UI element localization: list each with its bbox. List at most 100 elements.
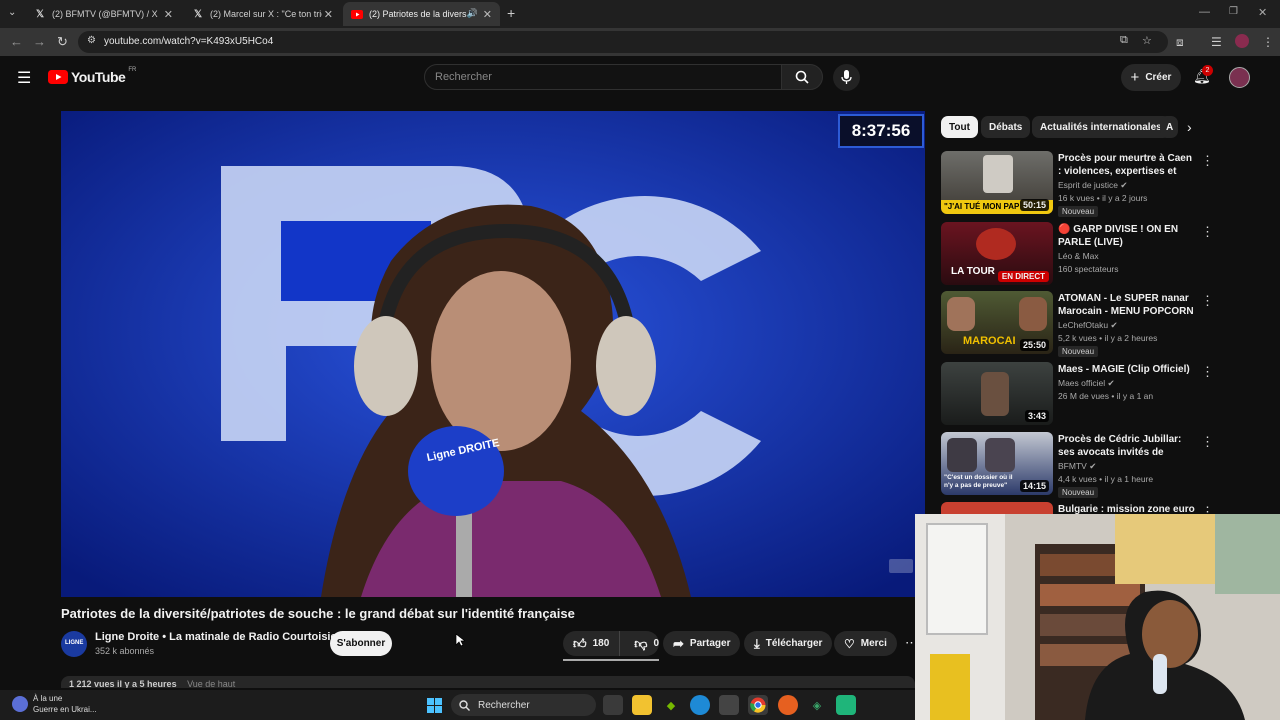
video-player[interactable]: Ligne DROITE	[61, 111, 925, 597]
share-button[interactable]: ➦ Partager	[663, 631, 741, 656]
chip-debats[interactable]: Débats	[981, 116, 1031, 138]
search-button[interactable]	[781, 64, 823, 90]
forward-icon[interactable]: →	[33, 34, 46, 49]
account-avatar[interactable]	[1229, 67, 1250, 88]
chip-tout[interactable]: Tout	[941, 116, 978, 138]
more-options-icon[interactable]: ⋮	[1201, 364, 1214, 380]
like-dislike-group: 👍︎ 180 👎︎ 0	[563, 631, 659, 656]
related-video-2[interactable]: LA TOUR EN DIRECT 🔴 GARP DIVISE ! ON EN …	[941, 222, 1214, 288]
tab-youtube-active[interactable]: (2) Patriotes de la diversité/ 🔊 ✕	[343, 2, 500, 26]
tab-title: (2) BFMTV (@BFMTV) / X	[52, 9, 158, 19]
tab-marcel[interactable]: 𝕏 (2) Marcel sur X : "Ce ton triom ✕	[184, 2, 341, 26]
minimize-icon[interactable]: —	[1199, 6, 1210, 18]
channel-name: BFMTV	[1058, 461, 1087, 471]
url-text[interactable]: youtube.com/watch?v=K493xU5HCo4	[104, 36, 273, 47]
subscribe-button[interactable]: S'abonner	[330, 631, 392, 656]
more-options-icon[interactable]: ⋮	[1201, 224, 1214, 240]
related-video-1[interactable]: "J'AI TUÉ MON PAP 50:15 Procès pour meur…	[941, 151, 1214, 217]
restore-icon[interactable]: ❐	[1229, 6, 1238, 17]
x-logo-icon: 𝕏	[35, 8, 45, 20]
app-icon[interactable]: ◈	[807, 695, 827, 715]
thumbnail[interactable]: 3:43	[941, 362, 1053, 425]
close-icon[interactable]: ✕	[324, 8, 333, 21]
chip-partial[interactable]: A	[1160, 116, 1178, 138]
tab-bfmtv[interactable]: 𝕏 (2) BFMTV (@BFMTV) / X ✕	[26, 2, 181, 26]
store-icon[interactable]	[719, 695, 739, 715]
channel-name[interactable]: Ligne Droite • La matinale de Radio Cour…	[95, 631, 337, 643]
verified-icon: ✔	[1089, 461, 1097, 471]
file-explorer-icon[interactable]	[632, 695, 652, 715]
dislike-button[interactable]: 👎︎ 0	[626, 631, 667, 656]
profile-avatar[interactable]	[1235, 34, 1249, 48]
tab-title: (2) Patriotes de la diversité/	[369, 9, 467, 19]
nvidia-icon[interactable]: ◆	[661, 695, 681, 715]
speaker-icon[interactable]: 🔊	[467, 8, 478, 19]
close-window-icon[interactable]: ✕	[1258, 6, 1267, 19]
meta-line: 160 spectateurs	[1058, 264, 1119, 274]
hamburger-menu-icon[interactable]: ☰	[17, 68, 31, 88]
task-view-icon[interactable]	[603, 695, 623, 715]
related-video-5[interactable]: "C'est un dossier où il n'y a pas de pre…	[941, 432, 1214, 498]
thumbnail[interactable]: LA TOUR EN DIRECT	[941, 222, 1053, 285]
windows-start-icon[interactable]	[424, 695, 444, 715]
video-title[interactable]: ATOMAN - Le SUPER nanar Marocain - MENU …	[1058, 292, 1198, 318]
news-widget[interactable]: À la une Guerre en Ukrai...	[33, 693, 97, 715]
firefox-icon[interactable]	[778, 695, 798, 715]
related-video-4[interactable]: 3:43 Maes - MAGIE (Clip Officiel) Maes o…	[941, 362, 1214, 428]
notifications-button[interactable]: 🔔︎ 2	[1193, 65, 1213, 86]
search-box[interactable]	[424, 64, 782, 90]
chrome-icon[interactable]	[748, 695, 768, 715]
close-icon[interactable]: ✕	[483, 8, 492, 21]
cast-icon[interactable]: ⧉	[1120, 34, 1128, 47]
voice-search-button[interactable]	[833, 64, 860, 91]
create-label: Créer	[1145, 72, 1172, 83]
video-title[interactable]: 🔴 GARP DIVISE ! ON EN PARLE (LIVE)	[1058, 223, 1198, 249]
channel-line[interactable]: Esprit de justice ✔	[1058, 180, 1128, 191]
omnibox[interactable]: ⚙ youtube.com/watch?v=K493xU5HCo4 ⧉ ☆	[78, 31, 1168, 53]
chevron-right-icon[interactable]: ›	[1187, 119, 1192, 135]
video-title[interactable]: Procès pour meurtre à Caen : violences, …	[1058, 152, 1198, 178]
thanks-button[interactable]: ♡ Merci	[834, 631, 897, 656]
more-options-icon[interactable]: ⋮	[1201, 293, 1214, 309]
site-info-icon[interactable]: ⚙	[87, 35, 96, 46]
download-button[interactable]: ⤓ Télécharger	[744, 631, 833, 656]
reload-icon[interactable]: ↻	[57, 34, 68, 50]
thumbnail[interactable]: MAROCAI 25:50	[941, 291, 1053, 354]
video-title[interactable]: Procès de Cédric Jubillar: ses avocats i…	[1058, 433, 1198, 459]
browser-menu-icon[interactable]: ⋮	[1262, 35, 1274, 49]
channel-line[interactable]: LeChefOtaku ✔	[1058, 320, 1118, 331]
tab-search-icon[interactable]: ⌄	[8, 7, 16, 18]
close-icon[interactable]: ✕	[164, 8, 173, 21]
meta-line: 16 k vues • il y a 2 jours	[1058, 193, 1148, 203]
channel-avatar[interactable]: LIGNE	[61, 631, 87, 657]
search-icon	[459, 699, 470, 711]
new-tab-icon[interactable]: +	[507, 5, 515, 21]
create-button[interactable]: + Créer	[1121, 64, 1181, 91]
like-button[interactable]: 👍︎ 180	[563, 631, 621, 656]
taskbar-search[interactable]: Rechercher	[451, 694, 596, 716]
reading-list-icon[interactable]: ☰	[1211, 35, 1222, 49]
related-video-3[interactable]: MAROCAI 25:50 ATOMAN - Le SUPER nanar Ma…	[941, 291, 1214, 357]
chip-actualites-internationales[interactable]: Actualités internationales	[1032, 116, 1170, 138]
youtube-logo[interactable]: YouTube FR	[48, 67, 136, 85]
address-bar: ← → ↻ ⚙ youtube.com/watch?v=K493xU5HCo4 …	[0, 28, 1280, 56]
channel-line[interactable]: BFMTV ✔	[1058, 461, 1096, 472]
thumbnail[interactable]: "J'AI TUÉ MON PAP 50:15	[941, 151, 1053, 214]
webcam-overlay	[915, 514, 1280, 720]
more-options-icon[interactable]: ⋮	[1201, 153, 1214, 169]
channel-line[interactable]: Maes officiel ✔	[1058, 378, 1115, 389]
search-input[interactable]	[425, 65, 781, 89]
description-box[interactable]: 1 212 vues il y a 5 heures Vue de haut	[61, 676, 915, 688]
extensions-icon[interactable]: ⧈	[1176, 35, 1184, 50]
channel-name[interactable]: Léo & Max	[1058, 251, 1099, 261]
bookmark-star-icon[interactable]: ☆	[1142, 34, 1152, 47]
thumbnail[interactable]: "C'est un dossier où il n'y a pas de pre…	[941, 432, 1053, 495]
more-options-icon[interactable]: ⋮	[1201, 434, 1214, 450]
channel-name: Maes officiel	[1058, 378, 1106, 388]
video-title[interactable]: Maes - MAGIE (Clip Officiel)	[1058, 363, 1198, 376]
weather-news-icon[interactable]	[12, 696, 28, 712]
edge-icon[interactable]	[690, 695, 710, 715]
back-icon[interactable]: ←	[10, 34, 23, 49]
thumbnail-figure	[976, 228, 1016, 260]
messenger-icon[interactable]	[836, 695, 856, 715]
